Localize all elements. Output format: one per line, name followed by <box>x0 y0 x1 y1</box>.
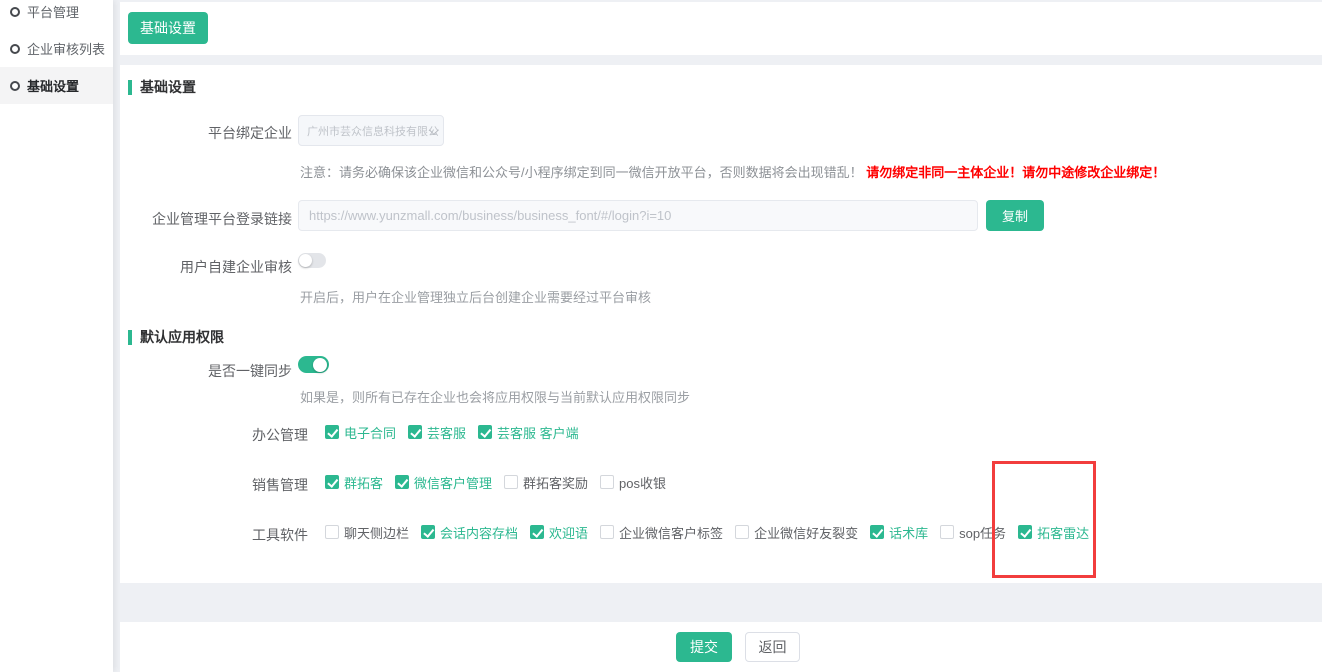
group-items-sales: 群拓客 微信客户管理 群拓客奖励 pos收银 <box>325 472 678 492</box>
permission-label: 电子合同 <box>344 423 396 442</box>
permission-checkbox-item[interactable]: 微信客户管理 <box>395 473 492 492</box>
permission-checkbox-item[interactable]: 群拓客奖励 <box>504 473 588 492</box>
sidebar-item-label: 基础设置 <box>27 76 79 95</box>
section-title-text: 默认应用权限 <box>140 327 224 347</box>
copy-button[interactable]: 复制 <box>986 200 1044 231</box>
user-audit-label: 用户自建企业审核 <box>120 257 292 277</box>
checkbox-checked-icon <box>325 475 339 489</box>
permission-label: 欢迎语 <box>549 523 588 542</box>
permission-checkbox-item[interactable]: 话术库 <box>870 523 928 542</box>
permission-checkbox-item[interactable]: 会话内容存档 <box>421 523 518 542</box>
sidebar-item-label: 平台管理 <box>27 2 79 21</box>
one-key-sync-helper: 如果是，则所有已存在企业也会将应用权限与当前默认应用权限同步 <box>300 387 690 406</box>
radio-circle-icon <box>10 44 20 54</box>
permission-label: 企业微信好友裂变 <box>754 523 858 542</box>
sidebar-item-basic-settings[interactable]: 基础设置 <box>0 67 113 104</box>
group-label-sales: 销售管理 <box>120 475 308 495</box>
back-button[interactable]: 返回 <box>745 632 800 662</box>
note-red-text: 请勿绑定非同一主体企业！请勿中途修改企业绑定！ <box>866 165 1165 180</box>
main-area: 基础设置 基础设置 平台绑定企业 广州市芸众信息科技有限公 注意：请务必确保该企… <box>120 0 1322 672</box>
top-toolbar: 基础设置 <box>120 2 1322 55</box>
permission-checkbox-item[interactable]: 聊天侧边栏 <box>325 523 409 542</box>
section-bar-icon <box>128 80 132 95</box>
checkbox-unchecked-icon <box>600 525 614 539</box>
platform-company-note: 注意：请务必确保该企业微信和公众号/小程序绑定到同一微信开放平台，否则数据将会出… <box>300 162 1165 181</box>
permission-label: 聊天侧边栏 <box>344 523 409 542</box>
permission-label: 话术库 <box>889 523 928 542</box>
permission-checkbox-item-tuoke-radar[interactable]: 拓客雷达 <box>1018 523 1089 542</box>
permission-checkbox-item[interactable]: 群拓客 <box>325 473 383 492</box>
permission-checkbox-item[interactable]: 电子合同 <box>325 423 396 442</box>
permission-checkbox-item[interactable]: sop任务 <box>940 523 1006 542</box>
permission-label: 群拓客奖励 <box>523 473 588 492</box>
note-gray-text: 注意：请务必确保该企业微信和公众号/小程序绑定到同一微信开放平台，否则数据将会出… <box>300 165 863 180</box>
checkbox-unchecked-icon <box>735 525 749 539</box>
checkbox-unchecked-icon <box>325 525 339 539</box>
user-audit-helper: 开启后，用户在企业管理独立后台创建企业需要经过平台审核 <box>300 287 651 306</box>
sidebar-item-enterprise-audit-list[interactable]: 企业审核列表 <box>0 30 113 67</box>
permission-label: 芸客服 <box>427 423 466 442</box>
permission-checkbox-item[interactable]: 芸客服 客户端 <box>478 423 579 442</box>
highlight-box <box>992 461 1096 578</box>
checkbox-checked-icon <box>408 425 422 439</box>
platform-company-value: 广州市芸众信息科技有限公 <box>307 123 439 139</box>
section-title-basic-settings: 基础设置 <box>128 77 196 97</box>
checkbox-checked-icon <box>478 425 492 439</box>
permission-label: sop任务 <box>959 523 1006 542</box>
permission-checkbox-item[interactable]: 企业微信客户标签 <box>600 523 723 542</box>
group-items-tools: 聊天侧边栏 会话内容存档 欢迎语 企业微信客户标签 企业微信好友裂变 话术库 <box>325 522 1101 542</box>
permission-label: 拓客雷达 <box>1037 523 1089 542</box>
permission-label: 企业微信客户标签 <box>619 523 723 542</box>
checkbox-unchecked-icon <box>940 525 954 539</box>
sidebar-item-label: 企业审核列表 <box>27 39 105 58</box>
group-items-office: 电子合同 芸客服 芸客服 客户端 <box>325 422 591 442</box>
permission-checkbox-item[interactable]: 欢迎语 <box>530 523 588 542</box>
checkbox-checked-icon <box>530 525 544 539</box>
sidebar: 平台管理 企业审核列表 基础设置 <box>0 0 113 672</box>
one-key-sync-label: 是否一键同步 <box>120 361 292 381</box>
login-link-input[interactable] <box>298 200 978 231</box>
section-title-default-permissions: 默认应用权限 <box>128 327 224 347</box>
sidebar-menu: 平台管理 企业审核列表 基础设置 <box>0 0 113 104</box>
checkbox-checked-icon <box>421 525 435 539</box>
one-key-sync-toggle[interactable] <box>298 356 329 373</box>
platform-company-label: 平台绑定企业 <box>120 123 292 143</box>
radio-circle-icon <box>10 7 20 17</box>
permission-label: 微信客户管理 <box>414 473 492 492</box>
group-label-office: 办公管理 <box>120 425 308 445</box>
sidebar-item-platform-management[interactable]: 平台管理 <box>0 0 113 30</box>
checkbox-checked-icon <box>395 475 409 489</box>
user-audit-toggle[interactable] <box>298 253 326 268</box>
permission-checkbox-item[interactable]: 企业微信好友裂变 <box>735 523 858 542</box>
checkbox-checked-icon <box>1018 525 1032 539</box>
login-link-label: 企业管理平台登录链接 <box>120 209 292 229</box>
toggle-knob-icon <box>313 358 327 372</box>
permission-label: 群拓客 <box>344 473 383 492</box>
checkbox-checked-icon <box>870 525 884 539</box>
permission-label: 芸客服 客户端 <box>497 423 579 442</box>
checkbox-unchecked-icon <box>504 475 518 489</box>
checkbox-unchecked-icon <box>600 475 614 489</box>
permission-checkbox-item[interactable]: pos收银 <box>600 473 666 492</box>
permission-label: 会话内容存档 <box>440 523 518 542</box>
group-label-tools: 工具软件 <box>120 525 308 545</box>
checkbox-checked-icon <box>325 425 339 439</box>
basic-settings-tab-button[interactable]: 基础设置 <box>128 12 208 44</box>
settings-panel: 基础设置 平台绑定企业 广州市芸众信息科技有限公 注意：请务必确保该企业微信和公… <box>120 65 1322 583</box>
footer-bar: 提交 返回 <box>120 622 1322 672</box>
permission-checkbox-item[interactable]: 芸客服 <box>408 423 466 442</box>
submit-button[interactable]: 提交 <box>676 632 732 662</box>
radio-circle-icon <box>10 81 20 91</box>
section-title-text: 基础设置 <box>140 77 196 97</box>
permission-label: pos收银 <box>619 473 666 492</box>
toggle-knob-icon <box>299 254 312 267</box>
platform-company-select[interactable]: 广州市芸众信息科技有限公 <box>298 115 444 146</box>
section-bar-icon <box>128 330 132 345</box>
